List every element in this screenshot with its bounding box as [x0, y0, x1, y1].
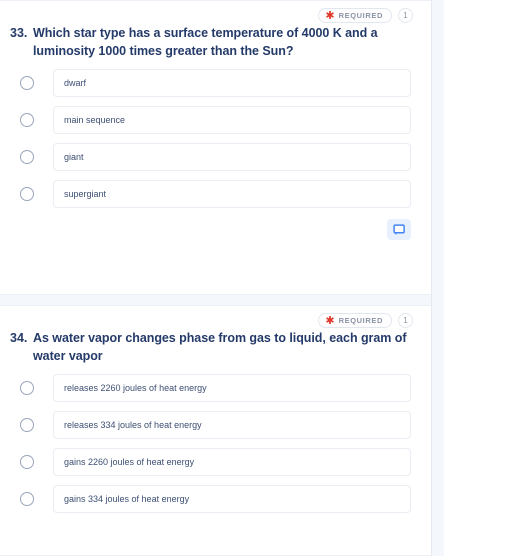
option-box[interactable]: releases 2260 joules of heat energy: [53, 374, 411, 402]
option-label: supergiant: [64, 189, 107, 199]
option-row[interactable]: gains 2260 joules of heat energy: [0, 448, 431, 476]
question-33-footer: [0, 217, 431, 240]
asterisk-icon: ✱: [325, 10, 335, 22]
radio-button-icon[interactable]: [20, 381, 34, 395]
question-33-text: Which star type has a surface temperatur…: [33, 26, 378, 58]
required-badge: ✱ REQUIRED: [318, 313, 392, 328]
question-card-34: ✱ REQUIRED 1 34. As water vapor changes …: [0, 305, 431, 556]
option-box[interactable]: gains 334 joules of heat energy: [53, 485, 411, 513]
point-count-badge: 1: [398, 313, 413, 328]
option-label: releases 334 joules of heat energy: [64, 420, 202, 430]
option-box[interactable]: giant: [53, 143, 411, 171]
scroll-track[interactable]: [432, 0, 444, 556]
question-34-options: releases 2260 joules of heat energy rele…: [0, 365, 431, 513]
question-33-badge-row: ✱ REQUIRED 1: [0, 1, 431, 23]
quiz-viewport: ✱ REQUIRED 1 33. Which star type has a s…: [0, 0, 511, 556]
radio-button-icon[interactable]: [20, 492, 34, 506]
question-34-number: 34.: [10, 331, 28, 345]
required-badge: ✱ REQUIRED: [318, 8, 392, 23]
option-row[interactable]: supergiant: [0, 180, 431, 208]
point-count-badge: 1: [398, 8, 413, 23]
option-label: gains 2260 joules of heat energy: [64, 457, 195, 467]
required-label: REQUIRED: [338, 316, 383, 325]
option-label: gains 334 joules of heat energy: [64, 494, 190, 504]
option-box[interactable]: dwarf: [53, 69, 411, 97]
option-label: main sequence: [64, 115, 126, 125]
question-33-options: dwarf main sequence giant supergiant: [0, 60, 431, 208]
option-label: dwarf: [64, 78, 87, 88]
option-label: releases 2260 joules of heat energy: [64, 383, 207, 393]
radio-button-icon[interactable]: [20, 455, 34, 469]
right-gutter: [431, 0, 511, 556]
option-box[interactable]: releases 334 joules of heat energy: [53, 411, 411, 439]
question-list[interactable]: ✱ REQUIRED 1 33. Which star type has a s…: [0, 0, 431, 556]
option-row[interactable]: giant: [0, 143, 431, 171]
option-box[interactable]: main sequence: [53, 106, 411, 134]
required-label: REQUIRED: [338, 11, 383, 20]
option-row[interactable]: main sequence: [0, 106, 431, 134]
radio-button-icon[interactable]: [20, 187, 34, 201]
radio-button-icon[interactable]: [20, 150, 34, 164]
asterisk-icon: ✱: [325, 315, 335, 327]
option-box[interactable]: supergiant: [53, 180, 411, 208]
radio-button-icon[interactable]: [20, 418, 34, 432]
option-row[interactable]: releases 334 joules of heat energy: [0, 411, 431, 439]
option-label: giant: [64, 152, 84, 162]
option-row[interactable]: dwarf: [0, 69, 431, 97]
comment-icon: [392, 223, 405, 235]
question-34-badge-row: ✱ REQUIRED 1: [0, 306, 431, 328]
question-34-heading: 34. As water vapor changes phase from ga…: [0, 328, 431, 365]
question-card-33: ✱ REQUIRED 1 33. Which star type has a s…: [0, 0, 431, 295]
option-box[interactable]: gains 2260 joules of heat energy: [53, 448, 411, 476]
question-34-text: As water vapor changes phase from gas to…: [33, 331, 407, 363]
comment-button[interactable]: [387, 219, 411, 240]
radio-button-icon[interactable]: [20, 113, 34, 127]
option-row[interactable]: releases 2260 joules of heat energy: [0, 374, 431, 402]
question-33-number: 33.: [10, 26, 28, 40]
option-row[interactable]: gains 334 joules of heat energy: [0, 485, 431, 513]
radio-button-icon[interactable]: [20, 76, 34, 90]
question-33-heading: 33. Which star type has a surface temper…: [0, 23, 431, 60]
